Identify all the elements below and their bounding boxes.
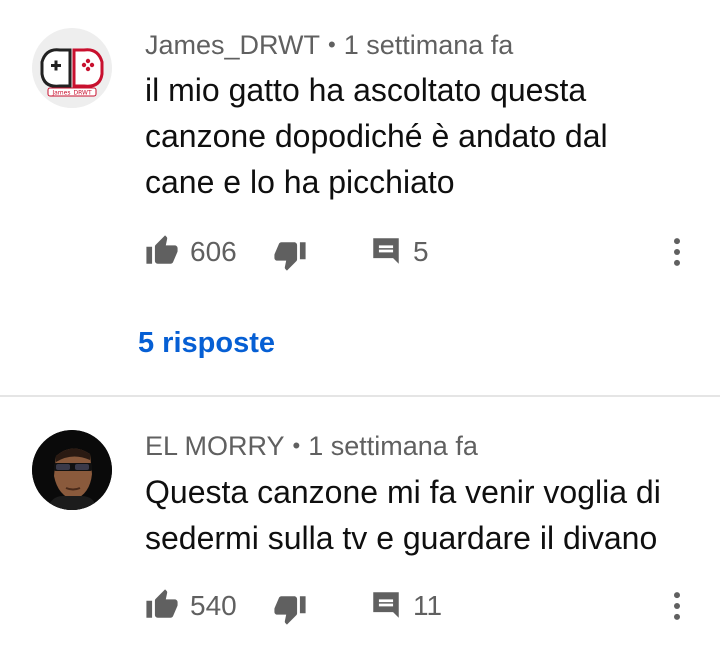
comment-text-line: sedermi sulla tv e guardare il divano — [145, 520, 658, 556]
meta-separator: • — [292, 433, 301, 458]
comment-text-line: Questa canzone mi fa venir voglia di — [145, 474, 661, 510]
comment-icon — [373, 592, 399, 618]
comment-item: EL MORRY • 1 settimana fa Questa canzone m… — [0, 397, 720, 658]
author-name[interactable]: EL MORRY — [145, 431, 285, 461]
comment-item: James_DRWT James_DRWT • 1 settimana fa il … — [0, 0, 720, 395]
thumb-down-icon — [274, 596, 306, 625]
meta-separator: • — [328, 32, 336, 57]
reply-count: 11 — [413, 590, 443, 621]
reply-count: 5 — [413, 236, 429, 267]
comment-text-line: il mio gatto ha ascoltato questa — [145, 72, 587, 108]
avatar[interactable] — [32, 430, 112, 510]
comment-time[interactable]: 1 settimana fa — [344, 30, 514, 60]
comment-text-line: cane e lo ha picchiato — [145, 164, 455, 200]
comment-text-line: canzone dopodiché è andato dal — [145, 118, 608, 154]
gamepad-logo-icon: James_DRWT — [32, 28, 112, 108]
dislike-button[interactable] — [273, 238, 307, 272]
like-count: 540 — [190, 590, 237, 621]
reply-button[interactable] — [369, 588, 403, 622]
thumb-up-icon — [146, 589, 178, 618]
more-options-button[interactable] — [657, 586, 697, 626]
more-vert-icon — [674, 238, 680, 266]
like-count: 606 — [190, 236, 237, 267]
avatar[interactable]: James_DRWT — [32, 28, 112, 108]
comment-text: Questa canzone mi fa venir voglia di sed… — [145, 469, 685, 561]
thumb-down-icon — [274, 242, 306, 271]
like-button[interactable] — [145, 234, 179, 268]
comment-time[interactable]: 1 settimana fa — [308, 431, 478, 461]
author-name[interactable]: James_DRWT — [145, 30, 320, 60]
reply-button[interactable] — [369, 234, 403, 268]
comment-text: il mio gatto ha ascoltato questa canzone… — [145, 67, 685, 205]
more-vert-icon — [674, 592, 680, 620]
like-button[interactable] — [145, 588, 179, 622]
comment-actions: 540 11 — [145, 586, 705, 626]
dislike-button[interactable] — [273, 592, 307, 626]
comment-meta: James_DRWT • 1 settimana fa — [145, 29, 513, 63]
view-replies-link[interactable]: 5 risposte — [138, 325, 275, 361]
comment-meta: EL MORRY • 1 settimana fa — [145, 430, 478, 464]
more-options-button[interactable] — [657, 232, 697, 272]
thumb-up-icon — [146, 235, 178, 264]
avatar-label: James_DRWT — [51, 90, 92, 97]
comment-icon — [373, 238, 399, 264]
comment-actions: 606 5 — [145, 232, 705, 272]
person-sunglasses-icon — [32, 430, 112, 510]
